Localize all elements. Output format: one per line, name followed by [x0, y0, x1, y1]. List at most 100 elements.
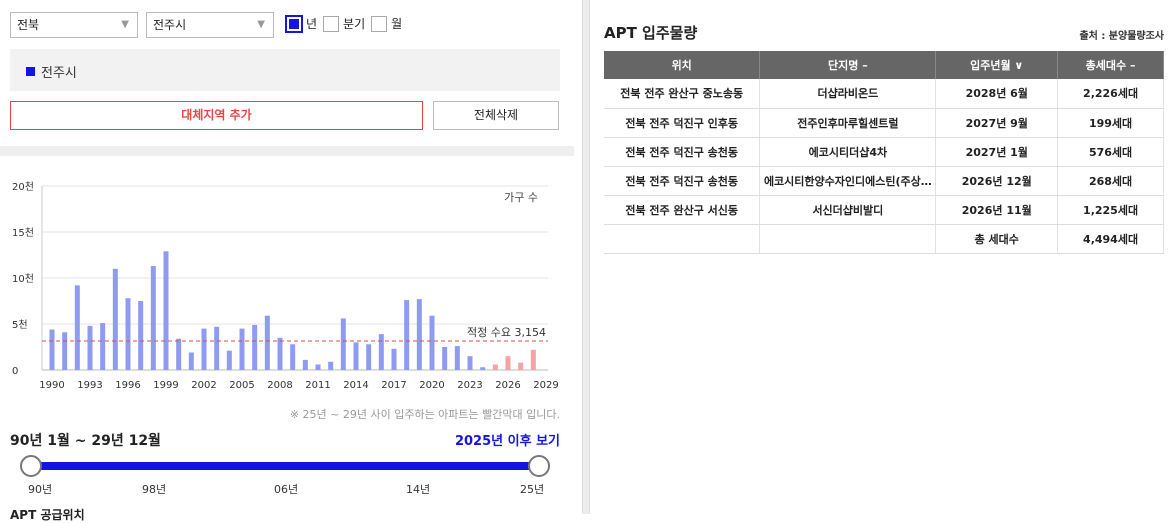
cell-complex: 서신더샵비발디: [759, 195, 937, 225]
bar-1993: [87, 325, 93, 370]
add-alternative-region-button[interactable]: 대체지역 추가: [10, 101, 423, 130]
reference-label: 적정 수요 3,154: [467, 326, 546, 339]
period-month-checkbox[interactable]: 월: [371, 15, 402, 32]
bar-1997: [138, 301, 144, 370]
bar-2001: [188, 352, 194, 370]
empty-cell: [604, 224, 761, 254]
bar-2016: [378, 334, 384, 370]
bar-2012: [328, 361, 334, 370]
section-divider: [0, 146, 574, 156]
city-select-value: 전주시: [153, 18, 187, 32]
period-quarter-label: 분기: [343, 17, 366, 31]
period-month-label: 월: [391, 17, 403, 31]
col-location[interactable]: 위치: [604, 51, 761, 79]
bar-2010: [302, 359, 308, 370]
cell-households: 2,226세대: [1057, 79, 1164, 109]
apt-location-heading: APT 공급위치: [10, 508, 85, 522]
x-tick-label: 1990: [39, 380, 64, 391]
table-row[interactable]: 전북 전주 덕진구 송천동 에코시티한양수자인디에스틴(주상… 2026년 12월 2…: [604, 166, 1164, 196]
period-slider-track[interactable]: [30, 462, 540, 470]
bar-2000: [176, 338, 182, 370]
cell-move-in: 2026년 11월: [935, 195, 1059, 225]
cell-complex: 에코시티더샵4차: [759, 137, 937, 167]
y-tick-label: 10천: [12, 273, 34, 285]
bar-2025: [492, 364, 498, 370]
bar-2019: [416, 299, 422, 370]
x-tick-label: 2014: [343, 380, 368, 391]
cell-move-in: 2026년 12월: [935, 166, 1059, 196]
cell-location: 전북 전주 덕진구 인후동: [604, 108, 761, 138]
bar-1995: [112, 268, 118, 370]
x-tick-label: 2026: [495, 380, 520, 391]
cell-households: 576세대: [1057, 137, 1164, 167]
panel-divider[interactable]: [582, 0, 590, 514]
table-row[interactable]: 전북 전주 완산구 중노송동 더샵라비온드 2028년 6월 2,226세대: [604, 79, 1164, 109]
col-complex-sort[interactable]: 단지명 –: [759, 51, 937, 79]
x-tick-label: 2008: [267, 380, 292, 391]
legend-label: 가구 수: [504, 191, 538, 204]
bar-1991: [62, 332, 68, 370]
table-row[interactable]: 전북 전주 덕진구 송천동 에코시티더샵4차 2027년 1월 576세대: [604, 137, 1164, 167]
x-tick-label: 2020: [419, 380, 444, 391]
x-tick-label: 2011: [305, 380, 330, 391]
region-tag[interactable]: 전주시: [26, 62, 77, 81]
bar-2026: [505, 356, 511, 370]
y-tick-label: 0: [12, 366, 18, 377]
y-tick-label: 15천: [12, 227, 34, 239]
slider-tick-label: 14년: [406, 483, 431, 496]
supply-bar-chart: 20천 15천 10천 5천 0 1990 1993 1996 1999 2002 2005 2008…: [12, 181, 559, 391]
period-range-label: 90년 1월 ~ 29년 12월: [10, 433, 161, 449]
delete-all-button[interactable]: 전체삭제: [433, 101, 559, 130]
bar-2003: [214, 326, 220, 370]
slider-tick-label: 90년: [28, 483, 53, 496]
bar-2015: [366, 344, 372, 370]
table-header-row: 위치 단지명 – 입주년월 ∨ 총세대수 –: [604, 51, 1164, 79]
series-color-icon: [26, 67, 35, 76]
bar-2006: [252, 324, 258, 370]
apt-supply-table: 위치 단지명 – 입주년월 ∨ 총세대수 – 전북 전주 완산구 중노송동 더샵라…: [604, 51, 1164, 254]
x-tick-label: 2002: [191, 380, 216, 391]
cell-location: 전북 전주 완산구 중노송동: [604, 79, 761, 109]
bar-2022: [454, 346, 460, 370]
cell-complex: 전주인후마루힐센트럴: [759, 108, 937, 138]
cell-location: 전북 전주 덕진구 송천동: [604, 137, 761, 167]
bar-2017: [391, 348, 397, 370]
slider-tick-label: 25년: [520, 483, 545, 496]
bar-2008: [277, 337, 283, 370]
table-row[interactable]: 전북 전주 완산구 서신동 서신더샵비발디 2026년 11월 1,225세대: [604, 195, 1164, 225]
view-after-2025-link[interactable]: 2025년 이후 보기: [455, 430, 560, 449]
region-select-value: 전북: [17, 18, 40, 32]
apt-supply-title: APT 입주물량: [604, 24, 698, 42]
col-move-in-sort[interactable]: 입주년월 ∨: [935, 51, 1059, 79]
cell-complex: 더샵라비온드: [759, 79, 937, 109]
bar-2027: [518, 362, 524, 370]
slider-tick-label: 98년: [142, 483, 167, 496]
table-row[interactable]: 전북 전주 덕진구 인후동 전주인후마루힐센트럴 2027년 9월 199세대: [604, 108, 1164, 138]
bar-1999: [163, 251, 169, 370]
period-quarter-checkbox[interactable]: 분기: [323, 15, 365, 32]
x-tick-label: 2017: [381, 380, 406, 391]
cell-location: 전북 전주 완산구 서신동: [604, 195, 761, 225]
bar-1998: [150, 266, 156, 370]
chevron-down-icon: ▼: [121, 19, 129, 30]
bar-2004: [226, 350, 232, 370]
total-value: 4,494세대: [1057, 224, 1164, 254]
bar-2009: [290, 344, 296, 370]
slider-end-handle[interactable]: [528, 455, 550, 477]
right-panel: APT 입주물량 출처 : 분양물량조사 위치 단지명 – 입주년월 ∨ 총세대…: [590, 0, 1172, 514]
total-label: 총 세대수: [935, 224, 1059, 254]
region-select[interactable]: 전북 ▼: [10, 12, 138, 38]
cell-move-in: 2027년 1월: [935, 137, 1059, 167]
slider-start-handle[interactable]: [20, 455, 42, 477]
left-panel: 전북 ▼ 전주시 ▼ 년 분기 월 전주시 대체지역 추가 전체삭제 20천 15…: [0, 0, 582, 522]
bar-2007: [264, 315, 270, 370]
bar-1990: [49, 329, 55, 370]
period-year-checkbox[interactable]: 년: [285, 14, 317, 33]
table-total-row: 총 세대수 4,494세대: [604, 224, 1164, 254]
city-select[interactable]: 전주시 ▼: [146, 12, 274, 38]
empty-cell: [759, 224, 937, 254]
x-tick-label: 1996: [115, 380, 140, 391]
col-households-sort[interactable]: 총세대수 –: [1057, 51, 1164, 79]
bar-2018: [404, 300, 410, 370]
x-tick-label: 2029: [533, 380, 558, 391]
